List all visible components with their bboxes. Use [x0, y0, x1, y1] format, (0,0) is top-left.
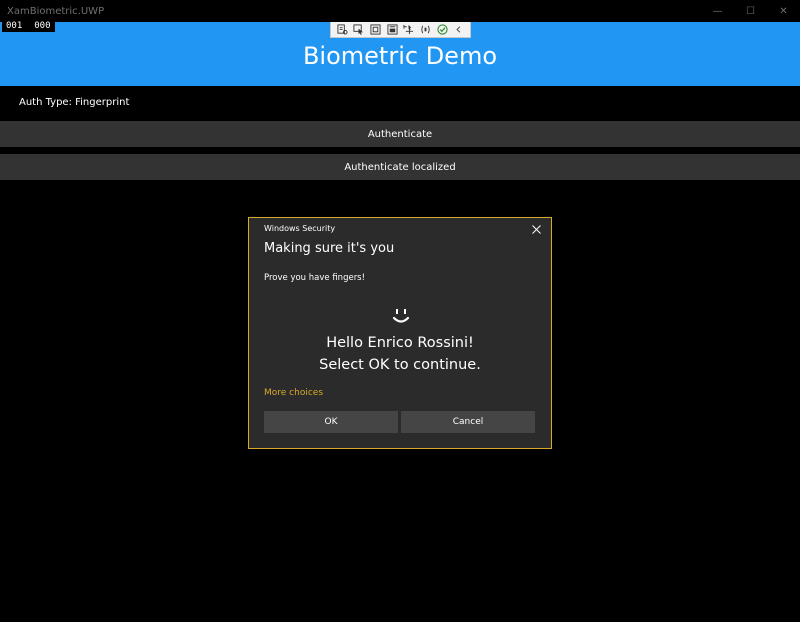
window-controls: — ☐ ✕: [701, 0, 800, 22]
hello-instruction: Select OK to continue.: [319, 357, 481, 373]
close-window-button[interactable]: ✕: [767, 0, 800, 22]
minimize-button[interactable]: —: [701, 0, 734, 22]
cancel-button[interactable]: Cancel: [401, 411, 535, 433]
auth-type-label: Auth Type: Fingerprint: [19, 97, 130, 108]
more-choices-link[interactable]: More choices: [264, 388, 323, 398]
windows-security-dialog: Windows Security Making sure it's you Pr…: [248, 217, 552, 449]
xaml-debug-toolbar: [330, 22, 471, 38]
dialog-hello-text: Hello Enrico Rossini! Select OK to conti…: [249, 332, 551, 376]
dialog-message: Prove you have fingers!: [264, 273, 366, 283]
preview-selection-icon[interactable]: [403, 24, 415, 36]
window-title-bar[interactable]: XamBiometric.UWP — ☐ ✕: [0, 0, 800, 22]
close-icon: [531, 224, 541, 234]
frame-rate-counter: 001 000: [2, 20, 55, 32]
dialog-close-button[interactable]: [529, 222, 543, 236]
live-visual-tree-icon[interactable]: [336, 24, 348, 36]
dialog-heading: Making sure it's you: [264, 241, 395, 256]
windows-hello-face-icon: [392, 309, 410, 323]
ok-button[interactable]: OK: [264, 411, 398, 433]
track-focus-icon[interactable]: [386, 24, 398, 36]
window-title: XamBiometric.UWP: [7, 5, 105, 17]
page-title: Biometric Demo: [302, 42, 498, 70]
dialog-app-name: Windows Security: [264, 224, 336, 233]
binding-failures-icon[interactable]: [419, 24, 431, 36]
frame-counter-value-a: 001: [6, 21, 23, 31]
collapse-toolbar-icon[interactable]: [453, 24, 465, 36]
select-element-icon[interactable]: [353, 24, 365, 36]
hello-greeting: Hello Enrico Rossini!: [326, 335, 474, 351]
display-layout-adorners-icon[interactable]: [370, 24, 382, 36]
accessibility-check-icon[interactable]: [436, 24, 448, 36]
authenticate-button[interactable]: Authenticate: [0, 121, 800, 147]
maximize-button[interactable]: ☐: [734, 0, 767, 22]
frame-counter-value-b: 000: [34, 21, 51, 31]
authenticate-localized-button[interactable]: Authenticate localized: [0, 154, 800, 180]
